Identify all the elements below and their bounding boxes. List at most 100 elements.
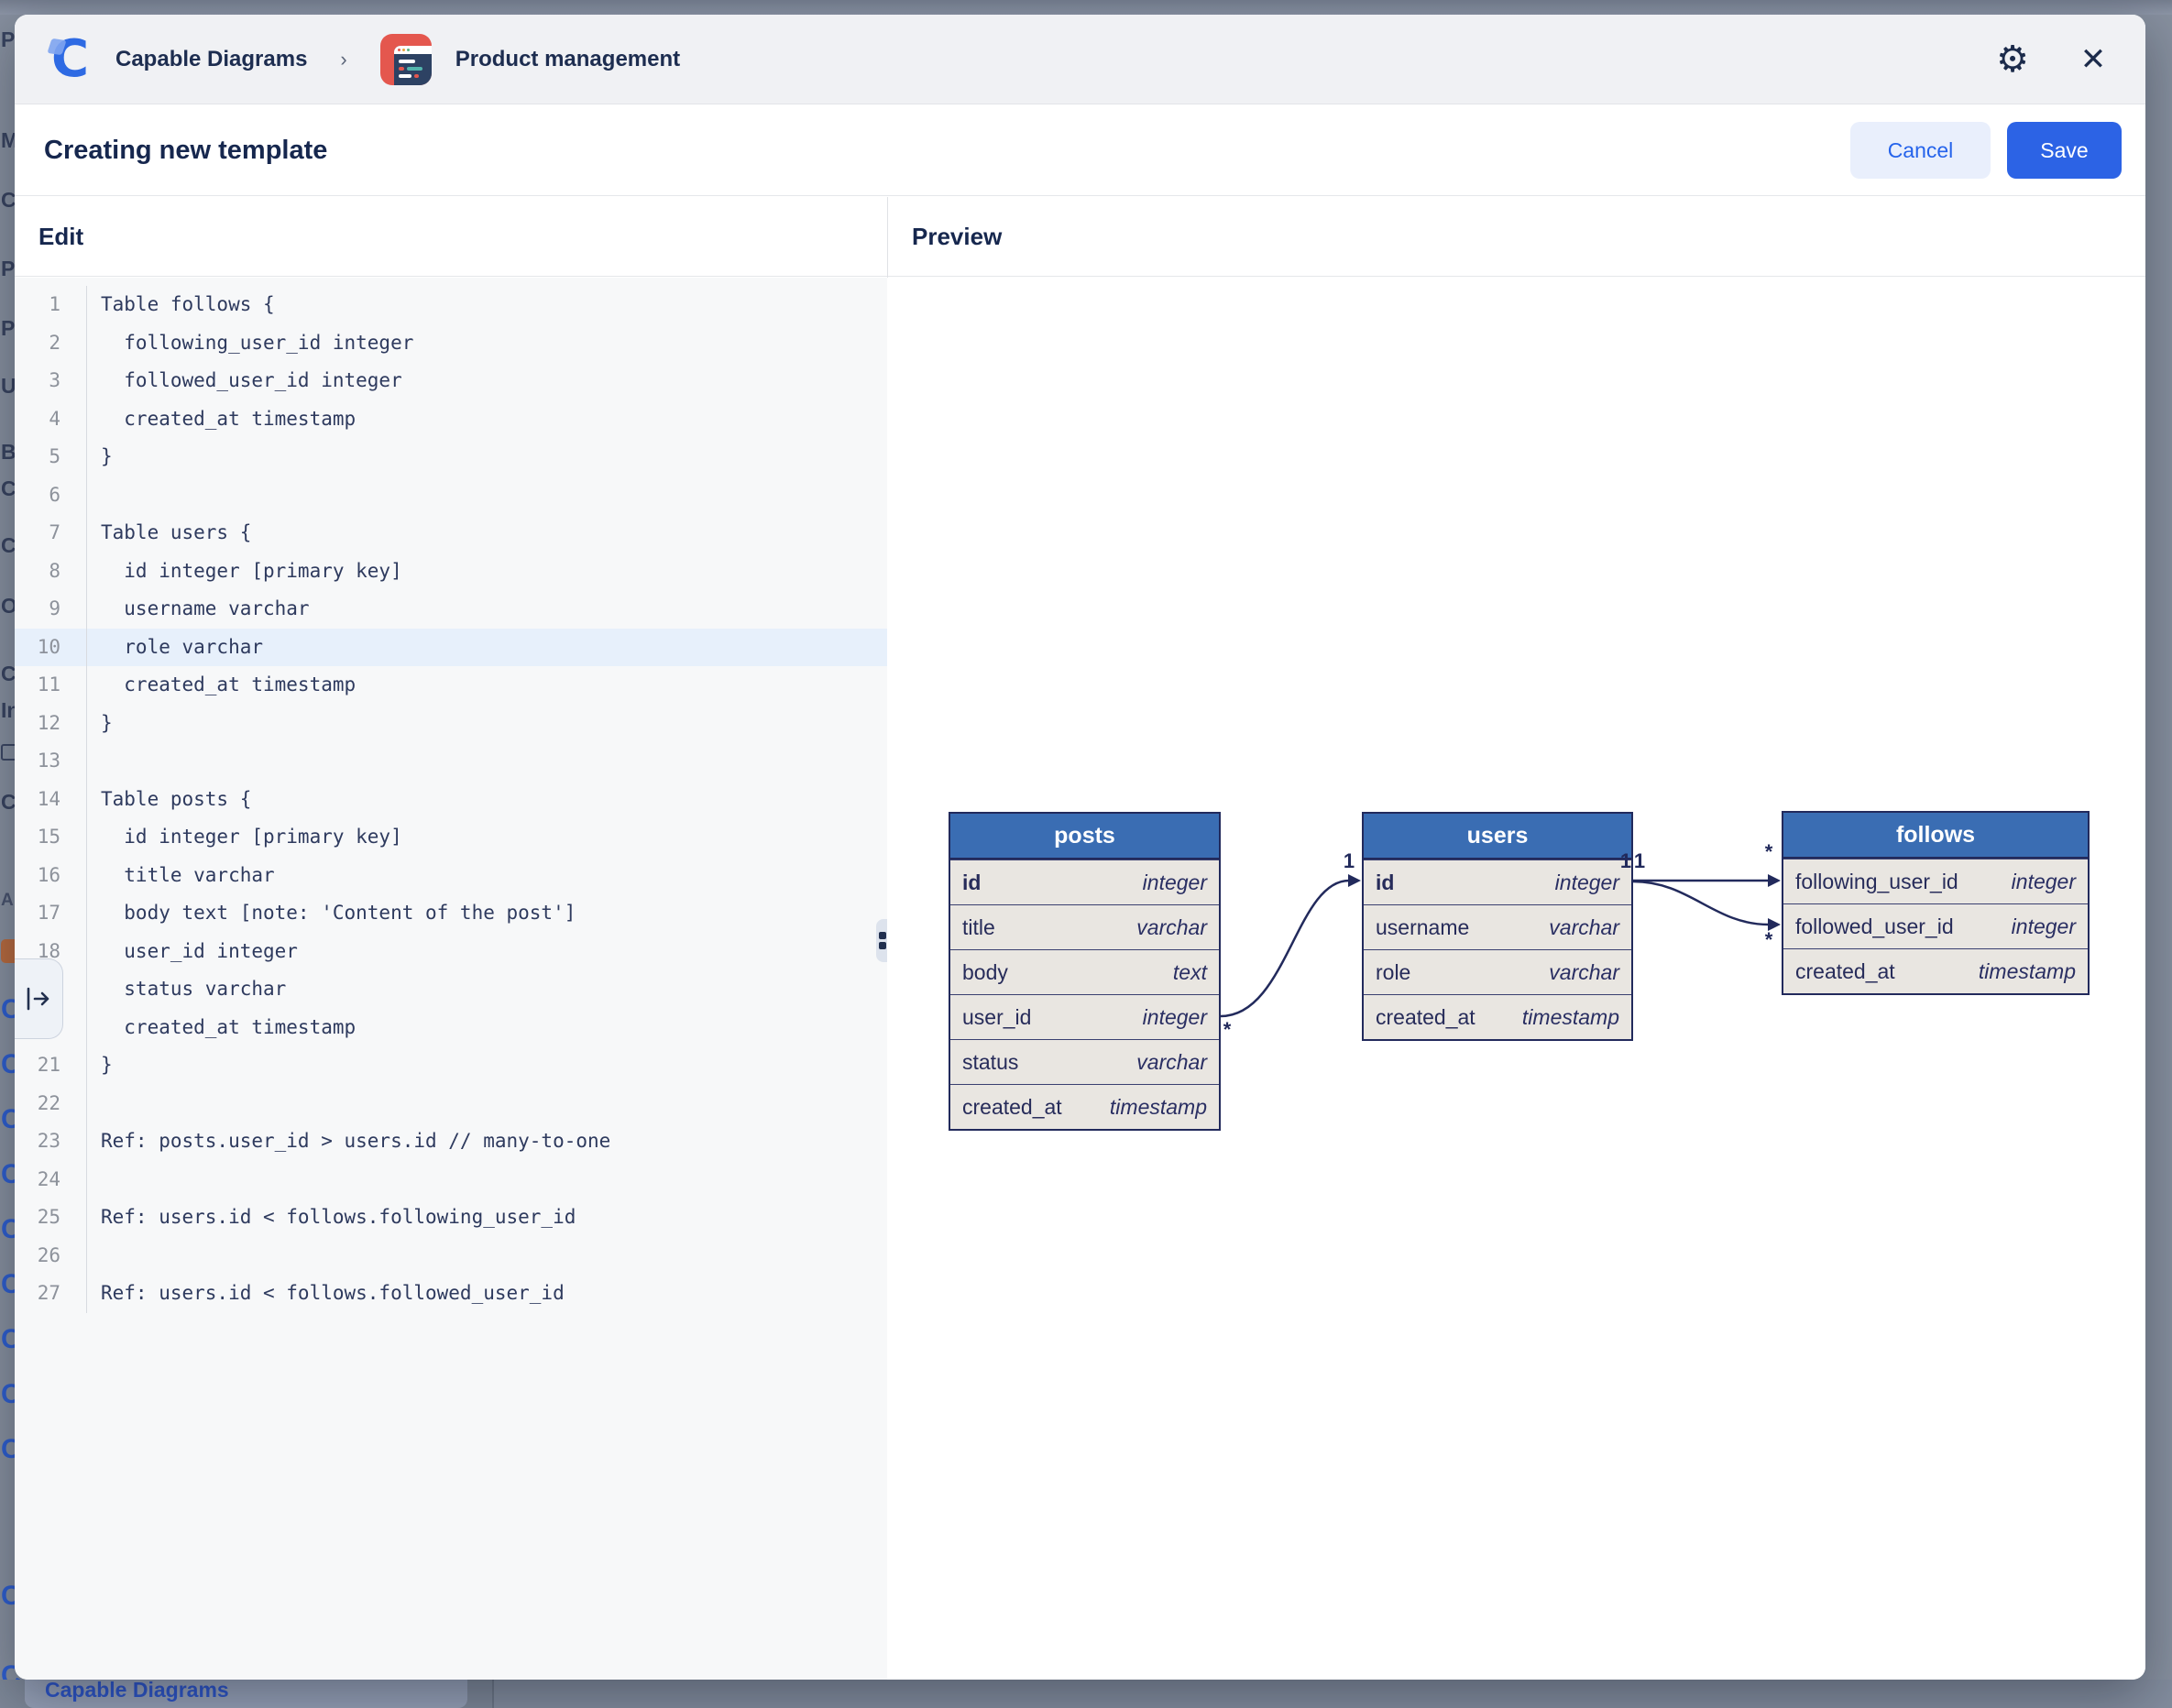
preview-panel-label: Preview [912,197,1002,277]
template-editor-modal: C Capable Diagrams › Product management … [15,15,2145,1680]
code-editor[interactable]: 1Table follows {2 following_user_id inte… [15,278,887,1680]
code-text: Ref: users.id < follows.followed_user_id [87,1275,565,1313]
code-line[interactable]: 12} [15,705,887,743]
code-line[interactable]: 8 id integer [primary key] [15,553,887,591]
cardinality-label: * [1765,928,1773,951]
line-number: 12 [15,705,87,743]
field-type: integer [1143,870,1207,895]
settings-button[interactable]: ⚙ [1991,38,2035,82]
field-name: id [1376,870,1394,895]
breadcrumb-chevron-icon: › [340,48,346,71]
table-header[interactable]: follows [1783,813,2088,859]
code-line[interactable]: 5} [15,438,887,476]
line-number: 26 [15,1237,87,1276]
line-number: 15 [15,818,87,857]
diagram-table-users[interactable]: users id integer usernamevarcharrolevarchar… [1362,812,1633,1041]
field-name: created_at [1376,1005,1475,1030]
code-line[interactable]: 17 body text [note: 'Content of the post… [15,894,887,933]
line-number: 6 [15,476,87,515]
code-line[interactable]: 21} [15,1046,887,1085]
code-line[interactable]: 20 created_at timestamp [15,1009,887,1047]
edit-panel-label: Edit [38,197,83,277]
line-number: 23 [15,1122,87,1161]
diagram-table-follows[interactable]: followsfollowing_user_idintegerfollowed_… [1782,811,2090,995]
backdrop-top-strip [0,0,2172,15]
field-type: integer [2012,914,2076,939]
code-line[interactable]: 26 [15,1237,887,1276]
table-field-row: created_attimestamp [1364,994,1631,1039]
code-line[interactable]: 6 [15,476,887,515]
code-text: created_at timestamp [87,666,356,705]
code-text: followed_user_id integer [87,362,402,400]
cardinality-label: 1 [1634,849,1645,872]
line-number: 21 [15,1046,87,1085]
cardinality-label: * [1223,1018,1232,1041]
field-name: created_at [962,1095,1062,1120]
table-field-row: rolevarchar [1364,949,1631,994]
line-number: 7 [15,514,87,553]
code-line[interactable]: 15 id integer [primary key] [15,818,887,857]
table-field-row: created_at timestamp [950,1084,1219,1129]
code-line[interactable]: 22 [15,1085,887,1123]
breadcrumb-document-title[interactable]: Product management [455,47,680,72]
table-field-row: bodytext [950,949,1219,994]
code-text: id integer [primary key] [87,553,402,591]
collapse-editor-button[interactable] [15,958,63,1039]
code-text: Table posts { [87,781,251,819]
field-type: integer [1555,870,1619,895]
modal-title-row: Creating new template Cancel Save [15,105,2145,196]
field-type: varchar [1549,915,1619,940]
code-line[interactable]: 11 created_at timestamp [15,666,887,705]
code-line[interactable]: 25Ref: users.id < follows.following_user… [15,1199,887,1237]
code-line[interactable]: 2 following_user_id integer [15,324,887,363]
code-text: } [87,438,113,476]
code-line[interactable]: 16 title varchar [15,857,887,895]
code-line[interactable]: 27Ref: users.id < follows.followed_user_… [15,1275,887,1313]
line-number: 25 [15,1199,87,1237]
line-number: 11 [15,666,87,705]
page-title: Creating new template [44,136,327,166]
code-text: role varchar [87,629,263,667]
relation-line [1221,881,1349,1016]
save-button[interactable]: Save [2007,122,2122,179]
close-button[interactable]: ✕ [2071,38,2115,82]
code-line[interactable]: 19 status varchar [15,970,887,1009]
backdrop-selected-row: Capable Diagrams [25,1680,467,1708]
code-text: id integer [primary key] [87,818,402,857]
code-text: } [87,705,113,743]
code-line[interactable]: 3 followed_user_id integer [15,362,887,400]
code-line[interactable]: 1Table follows { [15,286,887,324]
code-text: Table users { [87,514,251,553]
table-field-row: followed_user_id integer [1783,903,2088,948]
table-header[interactable]: users [1364,814,1631,859]
code-line[interactable]: 7Table users { [15,514,887,553]
backdrop-divider [492,1680,494,1708]
code-text: } [87,1046,113,1085]
code-line[interactable]: 10 role varchar [15,629,887,667]
code-line[interactable]: 13 [15,742,887,781]
table-field-row: usernamevarchar [1364,904,1631,949]
backdrop-selected-label: Capable Diagrams [45,1680,467,1703]
line-number: 14 [15,781,87,819]
code-line[interactable]: 24 [15,1161,887,1199]
table-header[interactable]: posts [950,814,1219,859]
field-type: varchar [1549,960,1619,985]
backdrop-sidebar-strip: PrMClPrPrUlByCaCaOrClInCrAPCCCCCCCCCCC [0,0,15,1708]
code-text: Table follows { [87,286,275,324]
table-field-row: user_idinteger [950,994,1219,1039]
diagram-preview-canvas[interactable]: followsfollowing_user_idintegerfollowed_… [887,278,2145,1680]
gear-icon: ⚙ [1996,41,2029,78]
code-line[interactable]: 14Table posts { [15,781,887,819]
field-name: followed_user_id [1795,914,1954,939]
code-line[interactable]: 18 user_id integer [15,933,887,971]
diagram-table-posts[interactable]: postsidintegertitlevarcharbodytextuser_i… [949,812,1221,1131]
collapse-arrow-icon [25,987,52,1011]
code-text: following_user_id integer [87,324,413,363]
code-line[interactable]: 4 created_at timestamp [15,400,887,439]
relation-arrowhead-icon [1768,918,1781,931]
cancel-button[interactable]: Cancel [1850,122,1991,179]
field-type: timestamp [1110,1095,1207,1120]
code-line[interactable]: 9 username varchar [15,590,887,629]
breadcrumb-brand[interactable]: Capable Diagrams [115,47,307,72]
code-line[interactable]: 23Ref: posts.user_id > users.id // many-… [15,1122,887,1161]
